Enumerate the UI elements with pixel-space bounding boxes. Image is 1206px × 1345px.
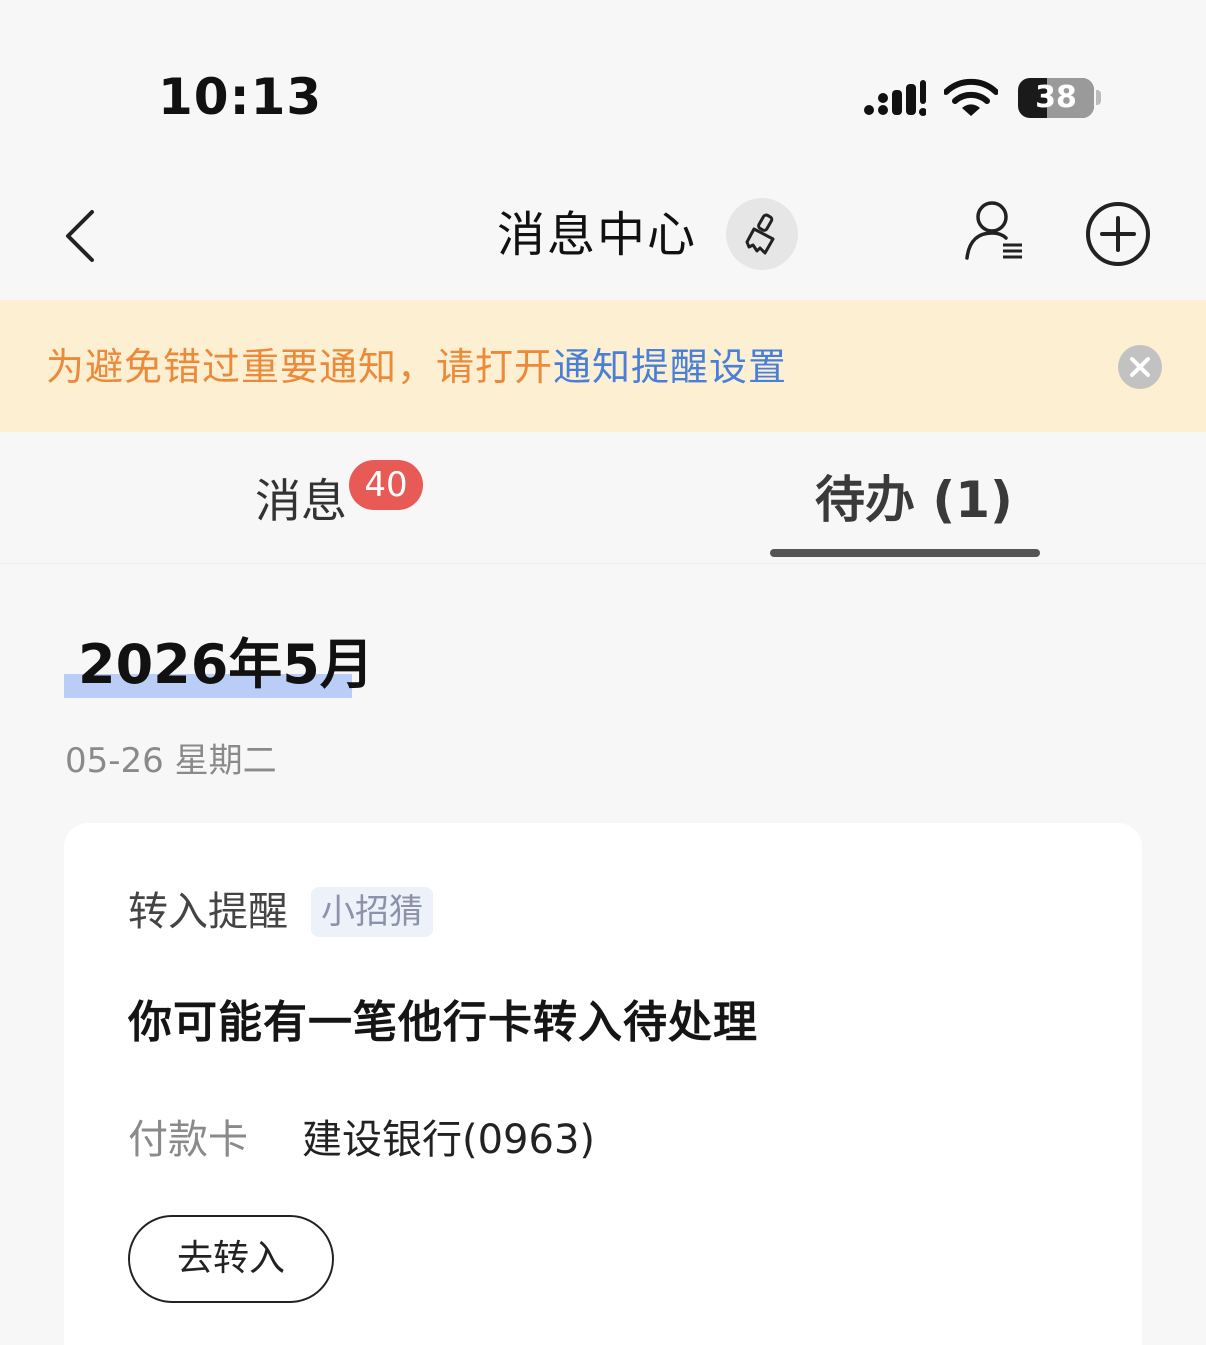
- todo-card[interactable]: 转入提醒 小招猜 你可能有一笔他行卡转入待处理 付款卡 建设银行(0963) 去…: [64, 823, 1142, 1345]
- back-icon[interactable]: [60, 208, 100, 264]
- contacts-icon[interactable]: [962, 198, 1028, 264]
- close-icon: [1130, 357, 1150, 377]
- payment-card-value: 建设银行(0963): [302, 1117, 596, 1163]
- notice-message: 为避免错过重要通知，请打开: [46, 345, 554, 389]
- card-title: 你可能有一笔他行卡转入待处理: [128, 997, 758, 1048]
- notice-text: 为避免错过重要通知，请打开通知提醒设置: [46, 342, 787, 392]
- clear-unread-button[interactable]: [726, 198, 798, 270]
- cellular-signal-icon: [864, 80, 926, 116]
- month-heading: 2026年5月: [78, 633, 374, 696]
- tab-bar: 消息 40 待办 (1): [0, 432, 1206, 564]
- close-banner-button[interactable]: [1118, 345, 1162, 389]
- battery-icon: 38: [1018, 78, 1094, 118]
- battery-cap: [1096, 90, 1101, 105]
- page-title: 消息中心: [497, 207, 698, 263]
- status-bar: 10:13 38: [0, 0, 1206, 170]
- tab-todo[interactable]: 待办 (1): [815, 470, 1013, 530]
- status-time: 10:13: [158, 68, 323, 126]
- card-tag: 小招猜: [311, 887, 433, 937]
- notification-banner: 为避免错过重要通知，请打开通知提醒设置: [0, 300, 1206, 432]
- add-icon[interactable]: [1084, 200, 1152, 268]
- active-tab-indicator: [770, 549, 1040, 557]
- payment-card-label: 付款卡: [128, 1117, 248, 1163]
- card-type: 转入提醒: [128, 889, 288, 935]
- nav-bar: 消息中心: [0, 170, 1206, 300]
- tab-messages[interactable]: 消息: [255, 472, 347, 530]
- broom-icon: [745, 213, 775, 255]
- go-transfer-button[interactable]: 去转入: [128, 1215, 334, 1303]
- notification-settings-link[interactable]: 通知提醒设置: [553, 345, 787, 389]
- wifi-icon: [944, 78, 998, 116]
- unread-badge: 40: [349, 460, 423, 510]
- battery-level: 38: [1035, 80, 1077, 115]
- date-label: 05-26 星期二: [65, 741, 277, 781]
